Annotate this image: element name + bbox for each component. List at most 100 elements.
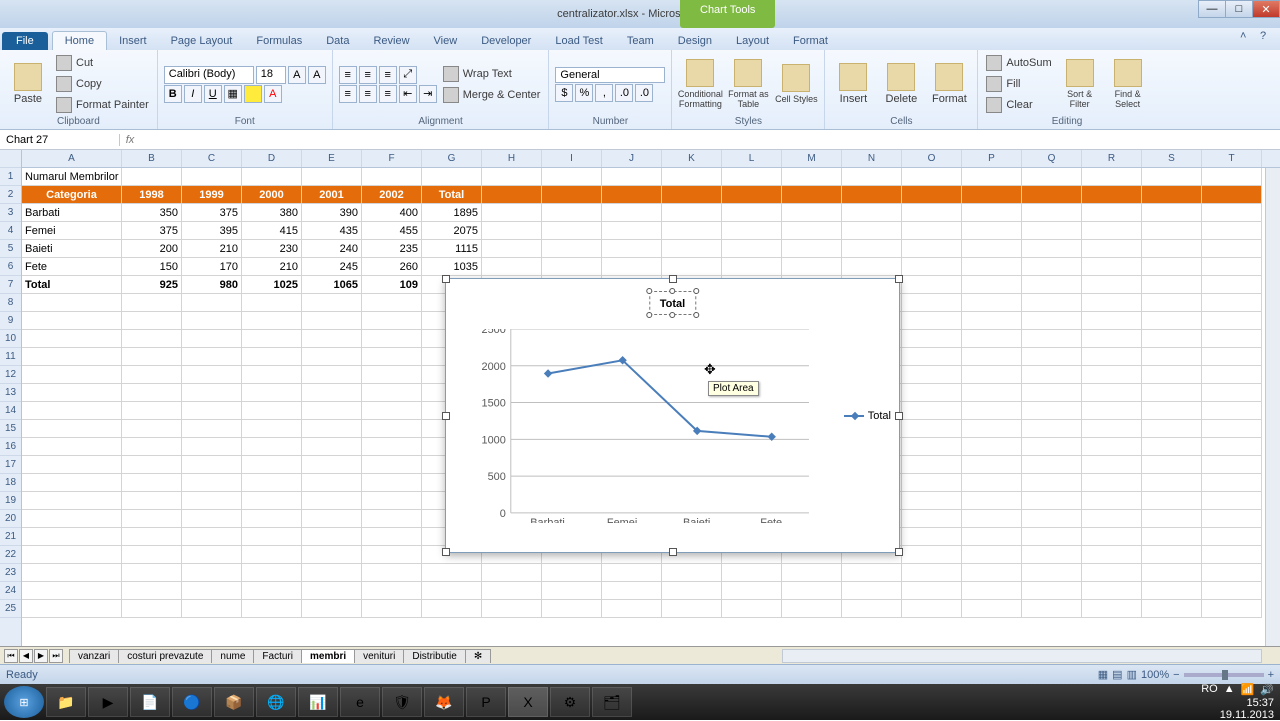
cell[interactable] (1202, 510, 1262, 528)
cell[interactable] (242, 402, 302, 420)
cell[interactable] (1022, 366, 1082, 384)
cell[interactable] (962, 438, 1022, 456)
cell[interactable] (662, 582, 722, 600)
cell[interactable] (782, 168, 842, 186)
cell[interactable] (22, 438, 122, 456)
cell[interactable]: 350 (122, 204, 182, 222)
cell[interactable] (1202, 168, 1262, 186)
cell[interactable] (362, 546, 422, 564)
cell[interactable] (542, 564, 602, 582)
cell[interactable] (1022, 258, 1082, 276)
cell[interactable] (22, 546, 122, 564)
cell[interactable] (902, 492, 962, 510)
cell[interactable] (722, 564, 782, 582)
chart-plot-area[interactable]: 2500 2000 1500 1000 500 0 Barbati Femei … (476, 329, 809, 523)
cell[interactable] (1202, 492, 1262, 510)
cell[interactable] (602, 222, 662, 240)
cell[interactable] (662, 204, 722, 222)
cell[interactable] (602, 564, 662, 582)
increase-indent-icon[interactable]: ⇥ (419, 85, 437, 103)
tab-insert[interactable]: Insert (107, 32, 159, 50)
fill-button[interactable]: Fill (984, 74, 1053, 94)
cell[interactable] (1082, 222, 1142, 240)
row-header[interactable]: 22 (0, 546, 21, 564)
cell[interactable] (542, 582, 602, 600)
cell[interactable] (1202, 420, 1262, 438)
cell[interactable] (1082, 438, 1142, 456)
cell[interactable] (302, 420, 362, 438)
cell[interactable] (1142, 366, 1202, 384)
tab-team[interactable]: Team (615, 32, 666, 50)
cell[interactable] (1142, 240, 1202, 258)
cell[interactable] (122, 510, 182, 528)
cell[interactable] (1202, 186, 1262, 204)
cell[interactable]: 170 (182, 258, 242, 276)
cell[interactable]: 1115 (422, 240, 482, 258)
cell[interactable] (962, 330, 1022, 348)
cell[interactable] (1082, 276, 1142, 294)
cell[interactable]: Categoria (22, 186, 122, 204)
cell[interactable] (1202, 474, 1262, 492)
tray-network-icon[interactable]: 📶 (1241, 683, 1255, 696)
row-header[interactable]: 16 (0, 438, 21, 456)
cell[interactable] (1082, 366, 1142, 384)
cell[interactable] (962, 492, 1022, 510)
cell[interactable] (182, 456, 242, 474)
increase-decimal-icon[interactable]: .0 (615, 84, 633, 102)
row-header[interactable]: 24 (0, 582, 21, 600)
winrar-icon[interactable]: 📦 (214, 687, 254, 717)
font-color-button[interactable]: A (264, 85, 282, 103)
cell[interactable] (22, 456, 122, 474)
fx-icon[interactable]: fx (120, 134, 140, 146)
cell[interactable] (662, 600, 722, 618)
cell[interactable] (902, 204, 962, 222)
cell[interactable] (482, 240, 542, 258)
cell[interactable] (902, 276, 962, 294)
cell[interactable] (722, 582, 782, 600)
cell[interactable] (242, 546, 302, 564)
sheet-tab[interactable]: Facturi (253, 649, 302, 663)
wrap-text-button[interactable]: Wrap Text (441, 64, 543, 84)
cell[interactable] (1142, 330, 1202, 348)
cell[interactable] (122, 366, 182, 384)
zoom-out-button[interactable]: − (1173, 669, 1179, 681)
cell[interactable] (962, 582, 1022, 600)
align-center-icon[interactable]: ≡ (359, 85, 377, 103)
cell[interactable] (1082, 600, 1142, 618)
cell[interactable]: 980 (182, 276, 242, 294)
conditional-formatting-button[interactable]: Conditional Formatting (678, 54, 722, 114)
cell[interactable] (302, 384, 362, 402)
cell[interactable] (22, 600, 122, 618)
cell[interactable] (422, 564, 482, 582)
row-header[interactable]: 8 (0, 294, 21, 312)
cell[interactable] (122, 474, 182, 492)
cell[interactable] (722, 168, 782, 186)
cell[interactable] (902, 186, 962, 204)
number-format-select[interactable]: General (555, 67, 665, 83)
cell[interactable] (422, 582, 482, 600)
cell[interactable] (1142, 186, 1202, 204)
row-header[interactable]: 9 (0, 312, 21, 330)
align-top-icon[interactable]: ≡ (339, 66, 357, 84)
col-header[interactable]: H (482, 150, 542, 167)
cell[interactable] (542, 168, 602, 186)
cell[interactable] (782, 240, 842, 258)
row-header[interactable]: 19 (0, 492, 21, 510)
col-header[interactable]: G (422, 150, 482, 167)
cell[interactable] (962, 474, 1022, 492)
horizontal-scrollbar[interactable] (782, 649, 1262, 663)
notepad-icon[interactable]: 📄 (130, 687, 170, 717)
cell[interactable] (1202, 204, 1262, 222)
cell[interactable]: 455 (362, 222, 422, 240)
cell[interactable] (962, 186, 1022, 204)
cell[interactable] (602, 258, 662, 276)
cell[interactable]: 375 (182, 204, 242, 222)
cell[interactable] (1082, 546, 1142, 564)
cell[interactable] (362, 402, 422, 420)
decrease-decimal-icon[interactable]: .0 (635, 84, 653, 102)
cell[interactable] (842, 258, 902, 276)
cell[interactable] (782, 582, 842, 600)
col-header[interactable]: E (302, 150, 362, 167)
cell[interactable] (362, 456, 422, 474)
cell[interactable] (1022, 348, 1082, 366)
